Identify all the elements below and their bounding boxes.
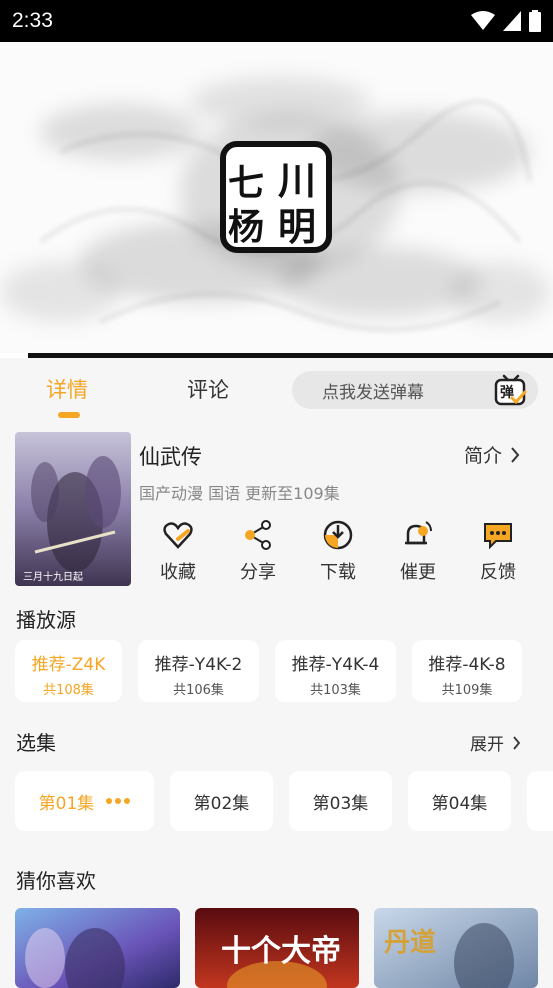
- source-card[interactable]: 推荐-Y4K-4 共103集: [275, 640, 396, 702]
- cover-art: [15, 432, 131, 586]
- episode-card[interactable]: 第03集: [289, 771, 392, 831]
- action-bar: 收藏 分享 下载 催更 反馈: [139, 518, 539, 588]
- video-player[interactable]: 川 明 七 杨: [0, 42, 553, 355]
- recommend-title: 猜你喜欢: [16, 869, 96, 893]
- urge-update-label: 催更: [400, 562, 436, 583]
- tabs-row: 详情 评论 点我发送弹幕 弹: [0, 362, 553, 422]
- anime-title: 仙武传: [139, 445, 202, 469]
- source-card[interactable]: 推荐-Y4K-2 共106集: [138, 640, 259, 702]
- status-icons: [471, 10, 541, 32]
- recommend-card[interactable]: 丹道: [374, 908, 538, 988]
- intro-button[interactable]: 简介: [464, 441, 520, 468]
- expand-button[interactable]: 展开: [470, 730, 521, 755]
- expand-label: 展开: [470, 735, 504, 755]
- share-icon: [245, 520, 271, 550]
- favorite-button[interactable]: 收藏: [139, 518, 217, 584]
- episode-card-partial[interactable]: [527, 771, 553, 831]
- episode-card[interactable]: 第04集: [408, 771, 511, 831]
- feedback-label: 反馈: [480, 562, 516, 583]
- recommend-thumbnail: [15, 908, 180, 988]
- episode-card[interactable]: 第01集: [15, 771, 154, 831]
- battery-icon: [529, 10, 541, 32]
- logo-text: 川 明 七 杨: [226, 148, 326, 249]
- source-count: 共108集: [43, 683, 94, 698]
- episode-card[interactable]: 第02集: [170, 771, 273, 831]
- signal-icon: [503, 11, 521, 31]
- source-name: 推荐-Y4K-4: [291, 655, 380, 675]
- tab-detail[interactable]: 详情: [46, 374, 88, 404]
- chevron-right-icon: [511, 446, 520, 463]
- intro-label: 简介: [464, 445, 503, 467]
- video-progress-bar[interactable]: [0, 353, 553, 358]
- feedback-icon: [484, 523, 512, 550]
- share-button[interactable]: 分享: [219, 518, 297, 584]
- danmaku-placeholder: 点我发送弹幕: [322, 382, 424, 403]
- cover-caption: 三月十九日起: [23, 572, 83, 583]
- source-card[interactable]: 推荐-Z4K 共108集: [15, 640, 122, 702]
- episode-label: 第04集: [431, 793, 488, 814]
- tab-active-indicator: [58, 412, 80, 418]
- status-time: 2:33: [12, 9, 53, 32]
- wifi-icon: [471, 11, 495, 30]
- logo-char-2: 明: [278, 204, 317, 249]
- urge-update-button[interactable]: 催更: [379, 518, 457, 584]
- anime-meta: 国产动漫 国语 更新至109集: [139, 484, 340, 503]
- feedback-button[interactable]: 反馈: [459, 518, 537, 584]
- video-progress-fill: [0, 353, 28, 358]
- episode-label: 第03集: [312, 793, 369, 814]
- danmaku-glyph: 弹: [500, 385, 514, 401]
- share-label: 分享: [240, 562, 276, 583]
- logo-char-4: 杨: [228, 206, 265, 248]
- status-bar: 2:33: [0, 0, 553, 42]
- source-name: 推荐-Y4K-2: [154, 655, 243, 675]
- source-count: 共106集: [173, 683, 224, 698]
- playing-indicator-icon: [106, 798, 131, 804]
- source-name: 推荐-Z4K: [31, 655, 106, 675]
- recommend-card[interactable]: [15, 908, 180, 988]
- download-button[interactable]: 下载: [299, 518, 377, 584]
- source-name: 推荐-4K-8: [428, 655, 506, 675]
- source-count: 共103集: [310, 683, 361, 698]
- recommend-title-text: 丹道: [384, 928, 437, 958]
- source-count: 共109集: [441, 683, 493, 698]
- tab-comment[interactable]: 评论: [187, 374, 229, 404]
- recommend-card[interactable]: 十个大帝: [195, 908, 359, 988]
- source-card[interactable]: 推荐-4K-8 共109集: [412, 640, 522, 702]
- danmaku-input[interactable]: 点我发送弹幕 弹: [292, 371, 538, 409]
- episodes-title: 选集: [16, 731, 56, 755]
- heart-icon: [163, 522, 193, 549]
- download-icon: [323, 520, 353, 550]
- recommend-title-text: 十个大帝: [221, 934, 341, 969]
- chevron-right-icon: [513, 735, 521, 750]
- bell-icon: [405, 521, 432, 545]
- favorite-label: 收藏: [160, 562, 196, 583]
- episode-label: 第01集: [38, 793, 95, 814]
- episode-label: 第02集: [193, 793, 250, 814]
- danmaku-toggle-button[interactable]: 弹: [494, 374, 528, 412]
- sources-title: 播放源: [16, 608, 76, 632]
- anime-cover[interactable]: 三月十九日起: [15, 432, 131, 586]
- download-label: 下载: [320, 562, 356, 583]
